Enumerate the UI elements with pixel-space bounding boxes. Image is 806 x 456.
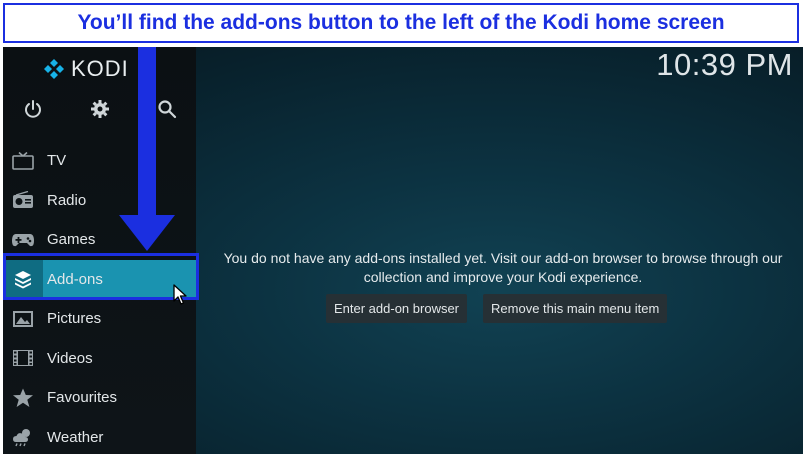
weather-icon — [3, 427, 43, 447]
sidebar-item-videos[interactable]: Videos — [3, 339, 196, 379]
sidebar-item-label: Favourites — [47, 389, 118, 407]
kodi-home-screen: KODI TV Radio Games Add-ons Pictures Vid… — [3, 47, 803, 454]
screenshot-frame: You’ll find the add-ons button to the le… — [0, 0, 806, 456]
sidebar-item-label: Weather — [47, 428, 104, 446]
sidebar-item-label: Videos — [47, 349, 93, 367]
no-addons-message: You do not have any add-ons installed ye… — [223, 250, 783, 285]
gamepad-icon — [3, 232, 43, 248]
annotation-banner: You’ll find the add-ons button to the le… — [3, 3, 799, 43]
film-icon — [3, 349, 43, 367]
top-icon-bar — [3, 99, 196, 123]
sidebar-item-weather[interactable]: Weather — [3, 418, 196, 455]
sidebar-item-label: Games — [47, 231, 96, 249]
gear-icon[interactable] — [90, 99, 112, 121]
mouse-cursor-icon — [173, 284, 189, 311]
annotation-arrow-shaft — [138, 47, 156, 217]
addons-box-icon — [3, 259, 43, 299]
logo-text: KODI — [71, 56, 129, 81]
sidebar-item-tv[interactable]: TV — [3, 141, 196, 181]
remove-menu-item-button[interactable]: Remove this main menu item — [483, 294, 668, 323]
kodi-logo-icon — [44, 59, 64, 79]
kodi-logo: KODI — [43, 56, 129, 82]
star-icon — [3, 388, 43, 408]
main-menu: TV Radio Games Add-ons Pictures Videos F… — [3, 141, 196, 454]
sidebar-item-label: TV — [47, 152, 67, 170]
banner-text: You’ll find the add-ons button to the le… — [77, 11, 725, 34]
sidebar-item-label: Pictures — [47, 310, 102, 328]
pictures-icon — [3, 310, 43, 328]
sidebar-item-label: Add-ons — [47, 270, 103, 288]
sidebar-item-favourites[interactable]: Favourites — [3, 378, 196, 418]
power-icon[interactable] — [23, 99, 45, 121]
tv-icon — [3, 151, 43, 170]
sidebar-item-label: Radio — [47, 191, 87, 209]
annotation-arrow-head — [119, 215, 175, 251]
radio-icon — [3, 191, 43, 209]
sidebar-item-addons[interactable]: Add-ons — [3, 259, 196, 299]
enter-addon-browser-button[interactable]: Enter add-on browser — [326, 294, 468, 323]
clock: 10:39 PM — [656, 47, 793, 82]
search-icon[interactable] — [157, 99, 179, 121]
sidebar-item-pictures[interactable]: Pictures — [3, 299, 196, 339]
action-buttons: Enter add-on browser Remove this main me… — [326, 294, 668, 323]
